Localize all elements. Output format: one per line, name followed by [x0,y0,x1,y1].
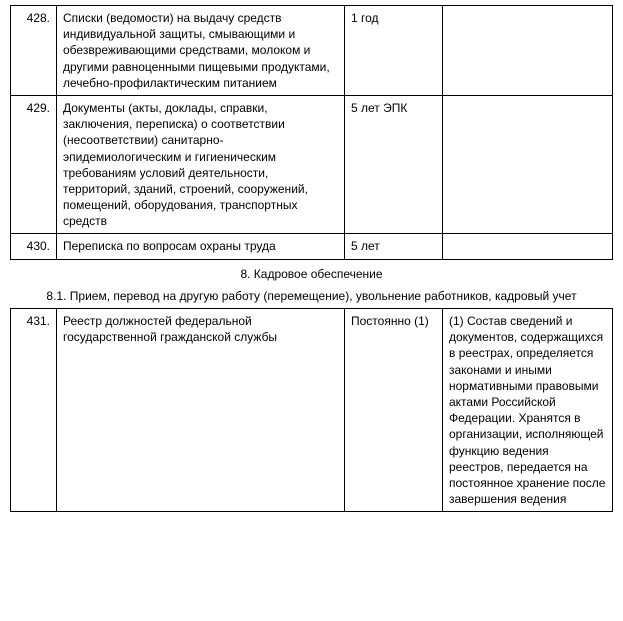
row-number: 430. [11,234,57,259]
row-note [443,95,613,234]
row-description: Документы (акты, доклады, справки, заклю… [57,95,345,234]
row-term: 5 лет ЭПК [345,95,443,234]
row-description: Реестр должностей федеральной государств… [57,309,345,512]
section-heading: 8. Кадровое обеспечение [10,266,613,282]
row-note [443,234,613,259]
row-term: 5 лет [345,234,443,259]
row-description: Списки (ведомости) на выдачу средств инд… [57,6,345,96]
row-term: 1 год [345,6,443,96]
table-row: 428. Списки (ведомости) на выдачу средст… [11,6,613,96]
row-number: 428. [11,6,57,96]
table-row: 431. Реестр должностей федеральной госуд… [11,309,613,512]
row-description: Переписка по вопросам охраны труда [57,234,345,259]
row-term: Постоянно (1) [345,309,443,512]
row-note [443,6,613,96]
records-table-top: 428. Списки (ведомости) на выдачу средст… [10,5,613,260]
subsection-heading: 8.1. Прием, перевод на другую работу (пе… [10,288,613,304]
document-page: 428. Списки (ведомости) на выдачу средст… [0,0,623,517]
table-row: 429. Документы (акты, доклады, справки, … [11,95,613,234]
row-number: 431. [11,309,57,512]
row-note: (1) Состав сведений и документов, содерж… [443,309,613,512]
records-table-bottom: 431. Реестр должностей федеральной госуд… [10,308,613,512]
row-number: 429. [11,95,57,234]
table-row: 430. Переписка по вопросам охраны труда … [11,234,613,259]
